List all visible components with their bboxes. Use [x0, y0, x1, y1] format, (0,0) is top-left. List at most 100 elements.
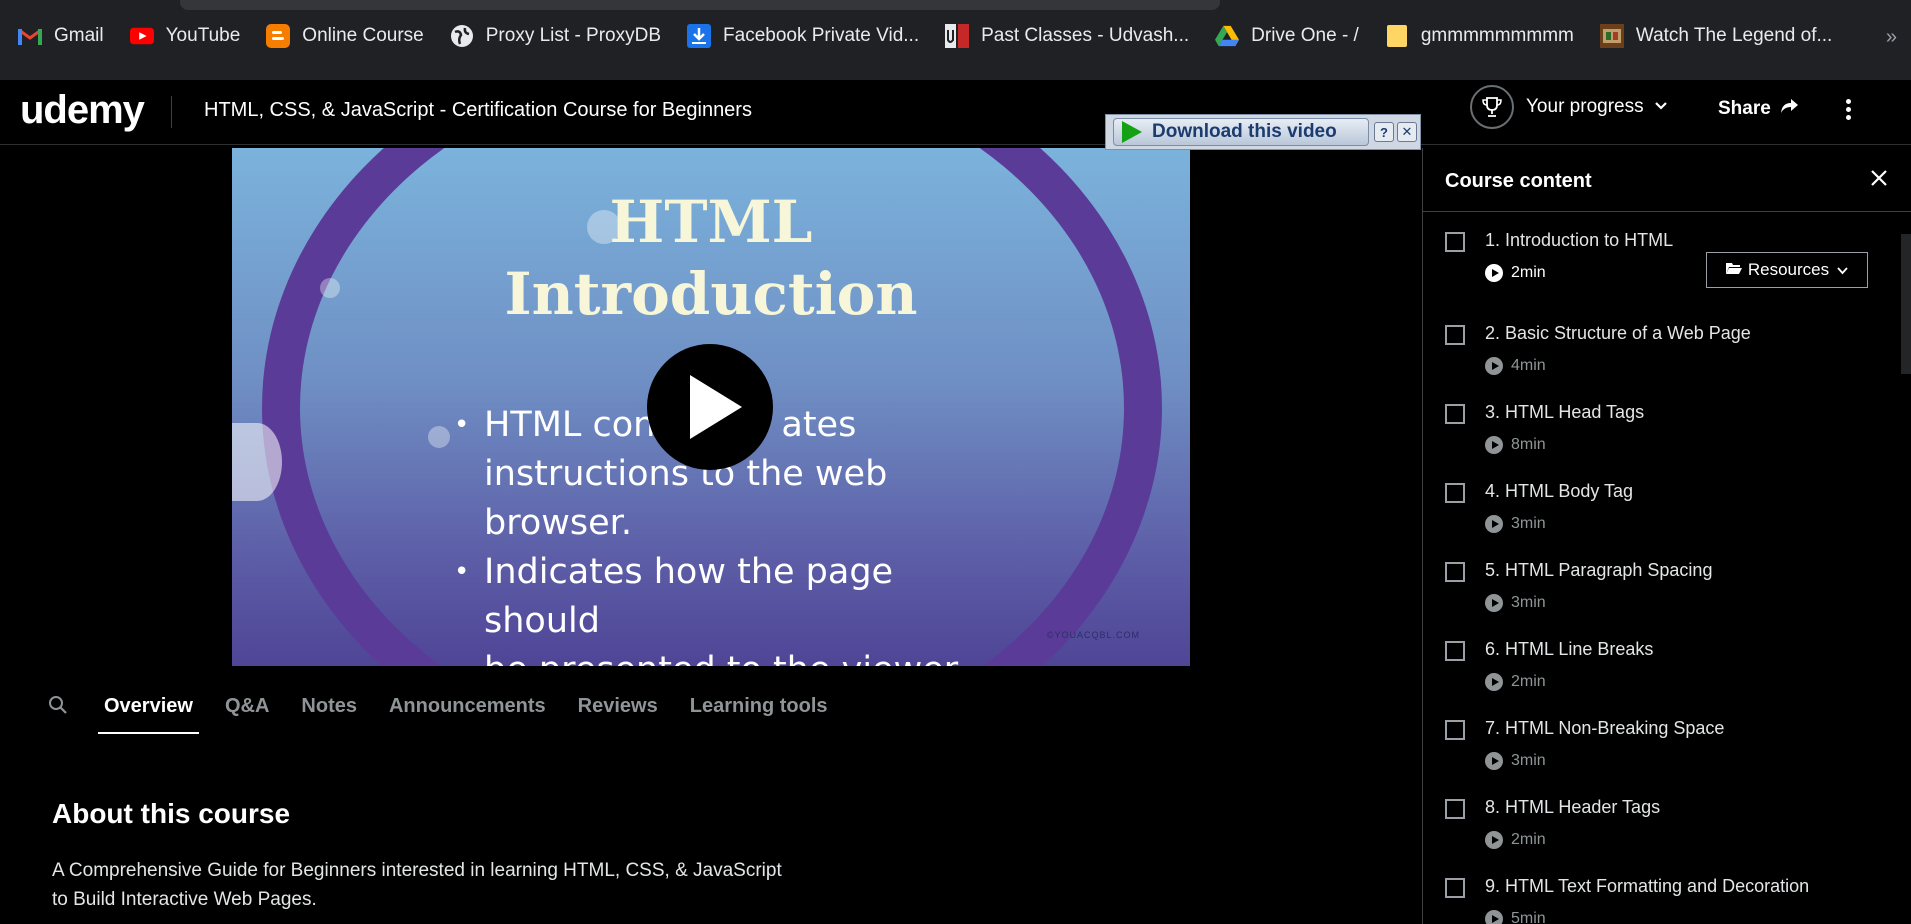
bookmark-gmail[interactable]: Gmail: [18, 24, 104, 48]
slide-title: HTML Introduction: [232, 186, 1190, 330]
tab-announcements[interactable]: Announcements: [389, 681, 546, 734]
lesson-title: 6. HTML Line Breaks: [1485, 639, 1654, 659]
progress-button[interactable]: Your progress: [1470, 85, 1668, 129]
play-circle-icon: [1485, 673, 1503, 691]
lesson-checkbox[interactable]: [1445, 641, 1465, 661]
duration-text: 3min: [1511, 594, 1546, 611]
lesson-title: 2. Basic Structure of a Web Page: [1485, 323, 1751, 343]
folder-open-icon: [1725, 260, 1742, 280]
bookmark-label: gmmmmmmmmm: [1420, 25, 1574, 46]
lesson-duration: 2min: [1485, 264, 1546, 282]
course-header: udemy HTML, CSS, & JavaScript - Certific…: [0, 80, 1911, 145]
duration-text: 4min: [1511, 357, 1546, 374]
bookmark-label: Past Classes - Udvash...: [981, 25, 1190, 46]
lesson-checkbox[interactable]: [1445, 878, 1465, 898]
duration-text: 8min: [1511, 436, 1546, 453]
duration-text: 5min: [1511, 910, 1546, 924]
slide-bubble: [428, 426, 450, 448]
lesson-duration: 4min: [1485, 357, 1546, 375]
bookmark-folder[interactable]: gmmmmmmmmm: [1385, 24, 1574, 48]
resources-dropdown[interactable]: Resources: [1706, 252, 1868, 288]
tab-reviews[interactable]: Reviews: [578, 681, 658, 734]
lesson-checkbox[interactable]: [1445, 562, 1465, 582]
bookmark-label: Gmail: [54, 25, 104, 46]
lesson-duration: 3min: [1485, 594, 1546, 612]
bullet-text: Indicates how the page should: [484, 552, 894, 641]
duration-text: 2min: [1511, 673, 1546, 690]
lesson-title: 1. Introduction to HTML: [1485, 230, 1674, 250]
sidebar-header: Course content: [1423, 148, 1911, 212]
bookmarks-overflow-icon[interactable]: »: [1886, 26, 1897, 49]
film-icon: [1599, 24, 1624, 48]
lesson-title: 9. HTML Text Formatting and Decoration: [1485, 876, 1810, 896]
chevron-down-icon: [1837, 260, 1848, 280]
lesson-checkbox[interactable]: [1445, 325, 1465, 345]
lesson-duration: 3min: [1485, 515, 1546, 533]
lesson-title: 7. HTML Non-Breaking Space: [1485, 718, 1725, 738]
bullet-text: ates: [781, 405, 857, 445]
lesson-title: 8. HTML Header Tags: [1485, 797, 1661, 817]
folder-icon: [1385, 24, 1409, 48]
bookmark-label: Facebook Private Vid...: [723, 25, 920, 46]
slide-watermark: ©YOUACQBL.COM: [1046, 630, 1140, 640]
lesson-duration: 2min: [1485, 673, 1546, 691]
lesson-checkbox[interactable]: [1445, 720, 1465, 740]
lesson-checkbox[interactable]: [1445, 483, 1465, 503]
share-button[interactable]: Share: [1718, 98, 1799, 120]
about-description: A Comprehensive Guide for Beginners inte…: [52, 860, 782, 910]
duration-text: 3min: [1511, 752, 1546, 769]
bookmark-drive[interactable]: Drive One - /: [1215, 24, 1359, 48]
resources-label: Resources: [1747, 260, 1830, 279]
lesson-checkbox[interactable]: [1445, 799, 1465, 819]
tab-qa[interactable]: Q&A: [225, 681, 269, 734]
bookmark-watch-legend[interactable]: Watch The Legend of...: [1599, 24, 1832, 48]
trophy-icon: [1470, 85, 1514, 129]
close-icon[interactable]: [1867, 166, 1891, 190]
play-circle-icon: [1485, 436, 1503, 454]
play-button[interactable]: [647, 344, 773, 470]
duration-text: 2min: [1511, 264, 1546, 281]
tab-overview[interactable]: Overview: [98, 681, 199, 734]
more-options-icon[interactable]: [1844, 96, 1852, 126]
bookmark-facebook-video[interactable]: Facebook Private Vid...: [687, 24, 919, 48]
lesson-duration: 3min: [1485, 752, 1546, 770]
bullet-text: browser.: [484, 503, 632, 543]
download-label: Download this video: [1152, 121, 1337, 142]
duration-text: 2min: [1511, 831, 1546, 848]
bookmark-label: Proxy List - ProxyDB: [485, 25, 662, 46]
chevron-down-icon: [1654, 98, 1668, 116]
download-video-popup: Download this video ? ✕: [1105, 114, 1421, 150]
play-circle-icon: [1485, 264, 1503, 282]
bookmark-list: Gmail YouTube Online Course Proxy List -…: [18, 24, 1858, 48]
youtube-icon: [129, 24, 154, 48]
course-content-sidebar: Course content 1. Introduction to HTML 2…: [1422, 148, 1911, 924]
tab-learning-tools[interactable]: Learning tools: [690, 681, 828, 734]
bookmark-youtube[interactable]: YouTube: [129, 24, 240, 48]
share-label: Share: [1718, 98, 1771, 119]
course-title[interactable]: HTML, CSS, & JavaScript - Certification …: [204, 99, 752, 122]
lesson-title: 5. HTML Paragraph Spacing: [1485, 560, 1713, 580]
slide-title-line2: Introduction: [504, 260, 918, 328]
download-video-button[interactable]: Download this video: [1113, 118, 1369, 146]
duration-text: 3min: [1511, 515, 1546, 532]
udemy-logo[interactable]: udemy: [20, 88, 145, 133]
lesson-checkbox[interactable]: [1445, 232, 1465, 252]
search-icon[interactable]: [48, 695, 70, 720]
address-bar-edge: [180, 0, 1220, 10]
bookmark-proxy-list[interactable]: Proxy List - ProxyDB: [450, 24, 661, 48]
lesson-checkbox[interactable]: [1445, 404, 1465, 424]
slide-title-line1: HTML: [609, 188, 813, 256]
bookmark-online-course[interactable]: Online Course: [266, 24, 424, 48]
close-icon[interactable]: ✕: [1397, 122, 1417, 142]
download-icon: [687, 24, 712, 48]
tab-notes[interactable]: Notes: [301, 681, 357, 734]
video-player[interactable]: HTML Introduction HTML conates instructi…: [232, 148, 1190, 666]
play-arrow-icon: [1122, 121, 1142, 143]
bullet-text: be presented to the viewer.: [484, 650, 966, 666]
bookmark-label: Online Course: [302, 25, 424, 46]
bookmarks-bar: Gmail YouTube Online Course Proxy List -…: [0, 0, 1911, 80]
sidebar-scrollbar[interactable]: [1901, 234, 1911, 374]
bookmark-past-classes[interactable]: Past Classes - Udvash...: [945, 24, 1189, 48]
help-icon[interactable]: ?: [1374, 122, 1394, 142]
play-circle-icon: [1485, 357, 1503, 375]
